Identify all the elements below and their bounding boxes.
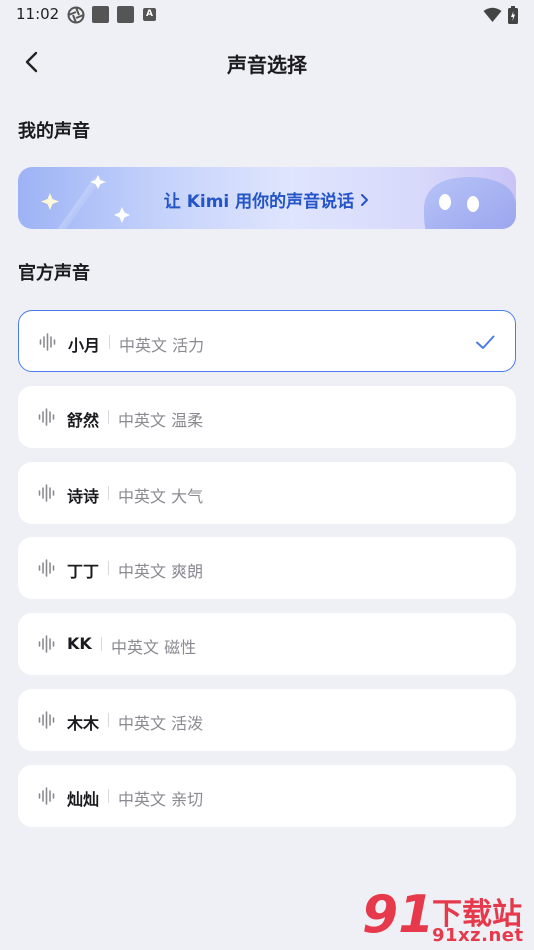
divider bbox=[108, 561, 109, 575]
voice-tags: 中英文 爽朗 bbox=[118, 562, 204, 581]
divider bbox=[108, 410, 109, 424]
divider bbox=[108, 486, 109, 500]
a-icon: A bbox=[143, 8, 156, 21]
clone-voice-banner[interactable]: 让 Kimi 用你的声音说话 bbox=[18, 167, 516, 229]
divider bbox=[109, 335, 110, 349]
watermark-number: 91 bbox=[362, 885, 435, 945]
voice-option[interactable]: 舒然 中英文 温柔 bbox=[18, 386, 516, 448]
voice-option[interactable]: 小月 中英文 活力 bbox=[18, 310, 516, 372]
chevron-right-icon bbox=[360, 192, 370, 212]
divider bbox=[108, 713, 109, 727]
voice-name: 小月 bbox=[68, 336, 101, 355]
voice-option[interactable]: KK 中英文 磁性 bbox=[18, 613, 516, 675]
status-bar: 11:02 A bbox=[0, 0, 534, 30]
voice-tags: 中英文 亲切 bbox=[118, 790, 204, 809]
status-time: 11:02 bbox=[16, 5, 60, 23]
voice-option[interactable]: 木木 中英文 活泼 bbox=[18, 689, 516, 751]
voice-name: 舒然 bbox=[67, 411, 100, 430]
voice-option[interactable]: 诗诗 中英文 大气 bbox=[18, 462, 516, 524]
voice-tags: 中英文 活力 bbox=[119, 336, 205, 355]
my-voice-section-title: 我的声音 bbox=[18, 121, 90, 142]
voice-name: KK bbox=[67, 634, 92, 653]
voice-name: 木木 bbox=[67, 714, 100, 733]
voice-name: 灿灿 bbox=[67, 790, 100, 809]
watermark-url: 91xz.net bbox=[432, 925, 524, 946]
banner-text: 让 Kimi 用你的声音说话 bbox=[163, 192, 355, 212]
wifi-icon bbox=[483, 7, 502, 22]
notification-icon bbox=[92, 6, 109, 23]
watermark-logo: 91 下载站 91xz.net bbox=[362, 885, 534, 950]
divider bbox=[101, 637, 102, 651]
voice-tags: 中英文 温柔 bbox=[118, 411, 204, 430]
sound-wave-icon bbox=[38, 559, 55, 577]
check-icon bbox=[476, 335, 495, 349]
header: 声音选择 bbox=[0, 40, 534, 84]
aperture-icon bbox=[67, 6, 85, 24]
kimi-mascot-icon bbox=[423, 177, 516, 229]
voice-tags: 中英文 磁性 bbox=[111, 638, 197, 657]
page-title: 声音选择 bbox=[227, 53, 307, 77]
official-voice-section-title: 官方声音 bbox=[18, 263, 90, 284]
sound-wave-icon bbox=[39, 333, 56, 351]
notification-icon bbox=[117, 6, 134, 23]
voice-option[interactable]: 灿灿 中英文 亲切 bbox=[18, 765, 516, 827]
voice-tags: 中英文 活泼 bbox=[118, 714, 204, 733]
voice-name: 诗诗 bbox=[67, 487, 100, 506]
sound-wave-icon bbox=[38, 787, 55, 805]
divider bbox=[108, 789, 109, 803]
voice-tags: 中英文 大气 bbox=[118, 487, 204, 506]
voice-option[interactable]: 丁丁 中英文 爽朗 bbox=[18, 537, 516, 599]
voice-name: 丁丁 bbox=[67, 562, 100, 581]
sound-wave-icon bbox=[38, 484, 55, 502]
sound-wave-icon bbox=[38, 711, 55, 729]
sound-wave-icon bbox=[38, 635, 55, 653]
sound-wave-icon bbox=[38, 408, 55, 426]
battery-icon bbox=[508, 6, 518, 24]
